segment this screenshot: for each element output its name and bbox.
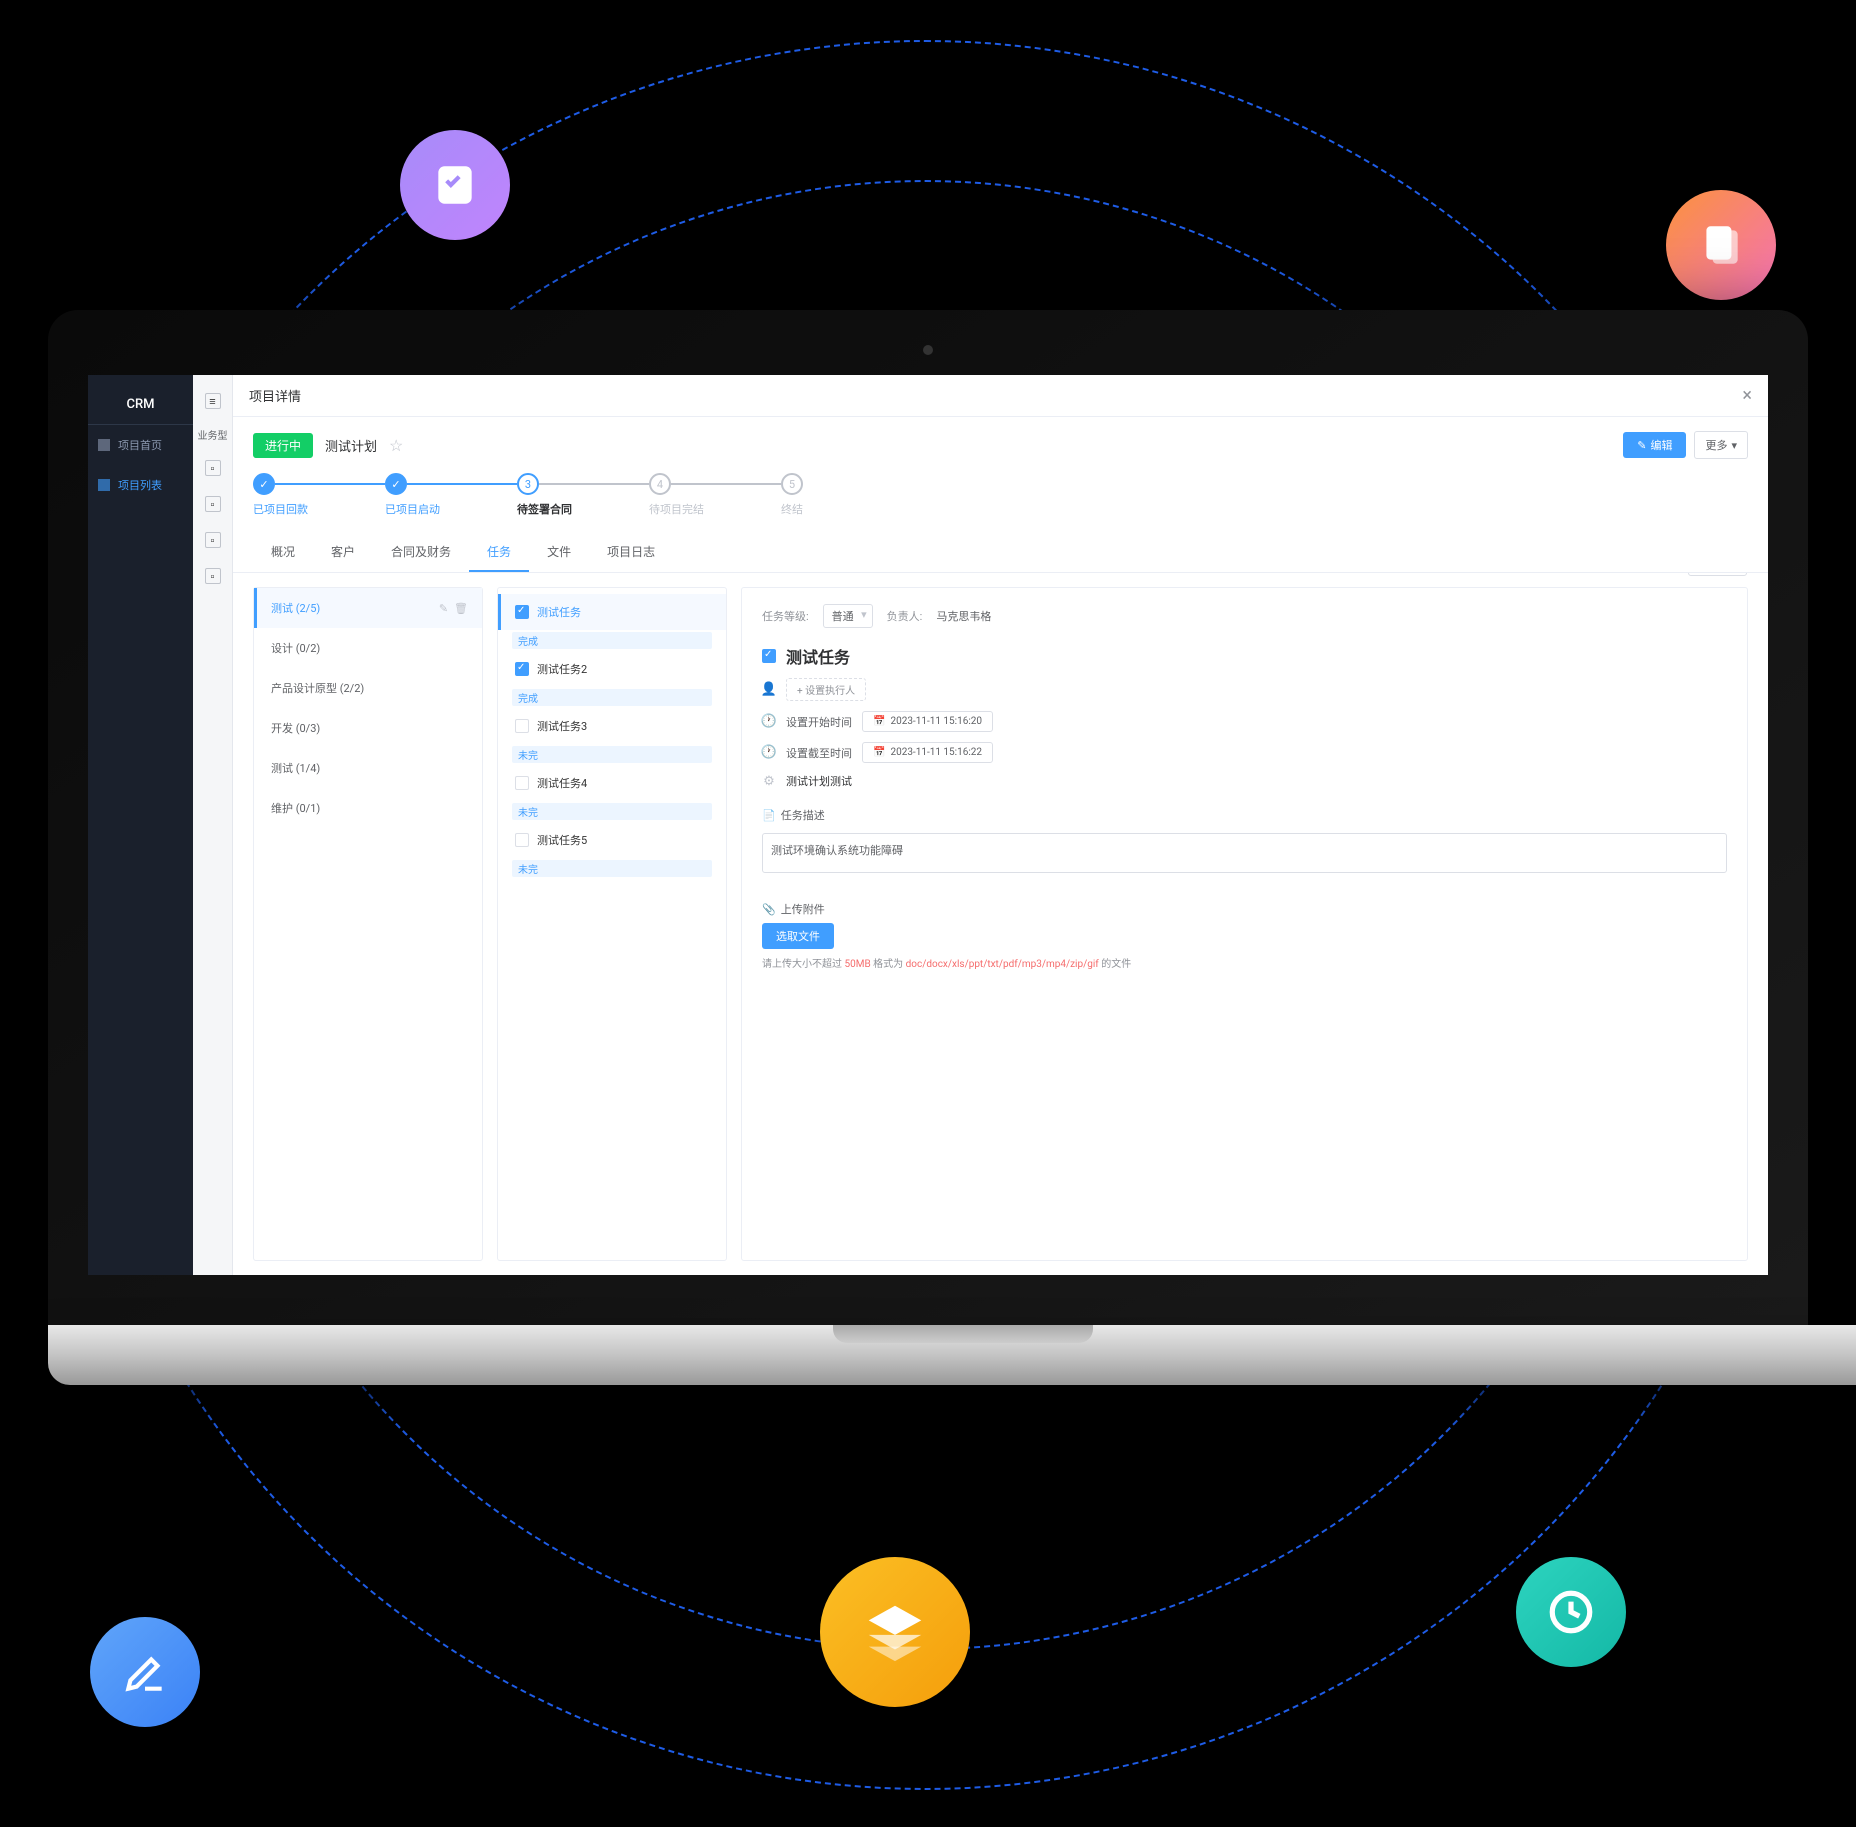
end-time-label: 设置截至时间	[786, 745, 852, 761]
task-tag: 完成	[512, 689, 712, 706]
task-checkbox[interactable]	[515, 719, 529, 733]
task-checkbox[interactable]	[515, 605, 529, 619]
task-title-checkbox[interactable]	[762, 649, 776, 663]
upload-hint: 请上传大小不超过 50MB 格式为 doc/docx/xls/ppt/txt/p…	[762, 955, 1727, 970]
left-nav: CRM 项目首页项目列表	[88, 375, 193, 1275]
tab[interactable]: 项目日志	[589, 533, 673, 572]
mid-toolbar: ≡ 业务型 ▫ ▫ ▫ ▫	[193, 375, 233, 1275]
end-time-input[interactable]: 📅 2023-11-11 15:16:22	[862, 742, 993, 763]
task-group[interactable]: 产品设计原型 (2/2)	[254, 668, 482, 708]
status-badge: 进行中	[253, 433, 313, 458]
tasks-column: 测试任务完成测试任务2完成测试任务3未完测试任务4未完测试任务5未完	[497, 587, 727, 1261]
add-person-button[interactable]: + 设置执行人	[786, 678, 866, 701]
gear-icon: ⚙	[762, 774, 776, 788]
badge-checklist-icon	[400, 130, 510, 240]
tab[interactable]: 任务	[469, 533, 529, 572]
tab[interactable]: 客户	[313, 533, 373, 572]
upload-button[interactable]: 选取文件	[762, 923, 834, 949]
progress-steps: ✓已项目回款✓已项目启动3待签署合同4待项目完结5终结	[233, 473, 1768, 533]
step[interactable]: 4待项目完结	[649, 473, 781, 517]
edit-button[interactable]: ✎编辑	[1623, 432, 1686, 458]
task-tag: 未完	[512, 746, 712, 763]
start-time-input[interactable]: 📅 2023-11-11 15:16:20	[862, 711, 993, 732]
task-checkbox[interactable]	[515, 662, 529, 676]
badge-document-icon	[1666, 190, 1776, 300]
task-item[interactable]: 测试任务2	[498, 651, 726, 687]
owner-value: 马克思韦格	[936, 608, 991, 624]
task-item[interactable]: 测试任务	[498, 594, 726, 630]
task-detail-column: 新建组 任务等级: 普通 负责人: 马克思韦格 测试任务 👤 + 设置执行人 🕐…	[741, 587, 1748, 1261]
task-group[interactable]: 维护 (0/1)	[254, 788, 482, 828]
task-tag: 未完	[512, 860, 712, 877]
task-checkbox[interactable]	[515, 776, 529, 790]
mid-label: 业务型	[198, 421, 228, 448]
priority-select[interactable]: 普通	[823, 604, 873, 628]
priority-label: 任务等级:	[762, 608, 809, 624]
task-item[interactable]: 测试任务5	[498, 822, 726, 858]
step[interactable]: 5终结	[781, 473, 803, 517]
desc-textarea[interactable]: 测试环境确认系统功能障碍	[762, 833, 1727, 873]
task-groups-column: 测试 (2/5)✎🗑设计 (0/2)产品设计原型 (2/2)开发 (0/3)测试…	[253, 587, 483, 1261]
desc-section-label: 📄 任务描述	[762, 807, 1727, 823]
tab[interactable]: 合同及财务	[373, 533, 469, 572]
delete-icon[interactable]: 🗑	[454, 602, 468, 615]
task-checkbox[interactable]	[515, 833, 529, 847]
task-tag: 完成	[512, 632, 712, 649]
badge-clock-icon	[1516, 1557, 1626, 1667]
laptop-mockup: CRM 项目首页项目列表 ≡ 业务型 ▫ ▫ ▫ ▫ 项目详情 × 进行中 测试…	[48, 310, 1808, 1385]
task-group[interactable]: 测试 (1/4)	[254, 748, 482, 788]
badge-layers-icon	[820, 1557, 970, 1707]
task-group[interactable]: 开发 (0/3)	[254, 708, 482, 748]
mid-icon-1[interactable]: ▫	[205, 460, 221, 476]
owner-label: 负责人:	[887, 608, 923, 624]
edit-icon[interactable]: ✎	[439, 602, 448, 615]
mid-menu-icon[interactable]: ≡	[205, 393, 221, 409]
task-tag: 未完	[512, 803, 712, 820]
task-item[interactable]: 测试任务4	[498, 765, 726, 801]
tab[interactable]: 文件	[529, 533, 589, 572]
laptop-base	[48, 1325, 1856, 1385]
page-title: 项目详情	[249, 386, 301, 405]
tabs: 概况客户合同及财务任务文件项目日志	[233, 533, 1768, 573]
mid-icon-3[interactable]: ▫	[205, 532, 221, 548]
camera-dot	[923, 345, 933, 355]
mid-icon-4[interactable]: ▫	[205, 568, 221, 584]
star-icon[interactable]: ☆	[389, 436, 403, 455]
task-title: 测试任务	[786, 644, 850, 668]
plan-label: 测试计划测试	[786, 773, 852, 789]
task-group[interactable]: 测试 (2/5)✎🗑	[254, 588, 482, 628]
task-item[interactable]: 测试任务3	[498, 708, 726, 744]
step[interactable]: ✓已项目回款	[253, 473, 385, 517]
clock-icon: 🕐	[762, 715, 776, 729]
project-name: 测试计划	[325, 436, 377, 455]
new-folder-button[interactable]: 新建组	[1688, 573, 1747, 576]
more-button[interactable]: 更多▾	[1694, 431, 1748, 459]
brand-label: CRM	[88, 385, 193, 425]
clock-icon: 🕐	[762, 746, 776, 760]
person-icon: 👤	[762, 683, 776, 697]
task-group[interactable]: 设计 (0/2)	[254, 628, 482, 668]
nav-item[interactable]: 项目列表	[88, 465, 193, 505]
start-time-label: 设置开始时间	[786, 714, 852, 730]
step[interactable]: ✓已项目启动	[385, 473, 517, 517]
attach-section-label: 📎 上传附件	[762, 901, 1727, 917]
step[interactable]: 3待签署合同	[517, 473, 649, 517]
nav-item[interactable]: 项目首页	[88, 425, 193, 465]
badge-edit-icon	[90, 1617, 200, 1727]
mid-icon-2[interactable]: ▫	[205, 496, 221, 512]
tab[interactable]: 概况	[253, 533, 313, 572]
close-icon[interactable]: ×	[1742, 385, 1752, 406]
